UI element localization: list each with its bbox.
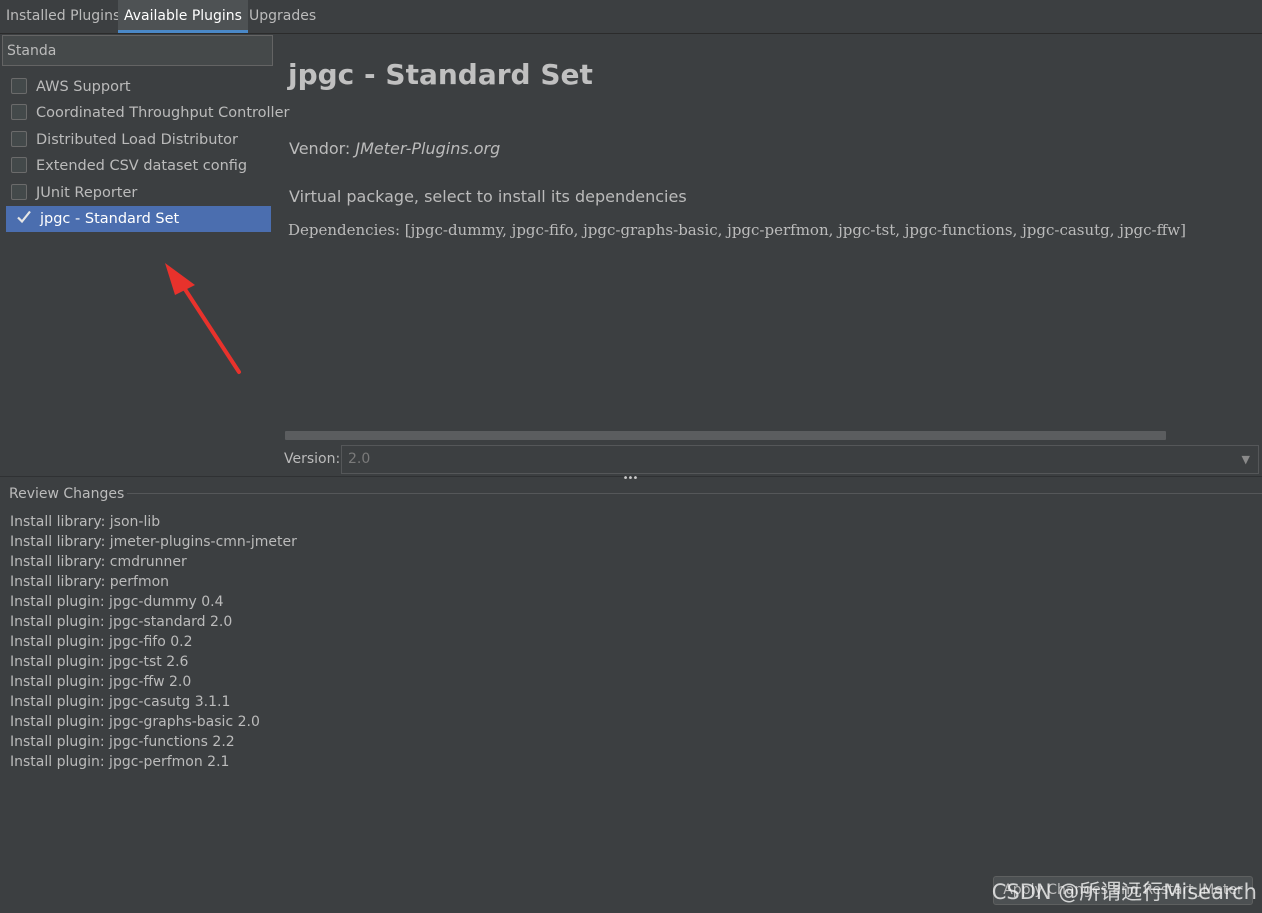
plugin-item-jpgc-standard-set[interactable]: jpgc - Standard Set xyxy=(6,205,271,233)
plugin-item-extended-csv-dataset-config[interactable]: Extended CSV dataset config xyxy=(6,153,271,179)
plugin-dependencies: Dependencies: [jpgc-dummy, jpgc-fifo, jp… xyxy=(288,221,1186,239)
plugin-checkbox[interactable] xyxy=(11,157,27,174)
list-item: Install library: cmdrunner xyxy=(10,554,187,570)
review-divider xyxy=(120,493,1262,494)
splitter-grip-icon[interactable]: ••• xyxy=(622,474,639,484)
list-item: Install plugin: jpgc-standard 2.0 xyxy=(10,614,233,630)
plugin-vendor: Vendor: JMeter-Plugins.org xyxy=(289,139,500,158)
list-item: Install library: json-lib xyxy=(10,514,161,530)
checkmark-icon xyxy=(17,210,31,224)
plugin-list: AWS Support Coordinated Throughput Contr… xyxy=(6,74,289,233)
list-item: Install library: jmeter-plugins-cmn-jmet… xyxy=(10,534,297,550)
plugin-search-input[interactable] xyxy=(2,35,273,66)
list-item: Install plugin: jpgc-dummy 0.4 xyxy=(10,594,224,610)
list-item: Install plugin: jpgc-casutg 3.1.1 xyxy=(10,694,231,710)
review-changes-title: Review Changes xyxy=(9,486,128,502)
list-item: Install plugin: jpgc-graphs-basic 2.0 xyxy=(10,714,260,730)
plugin-item-junit-reporter[interactable]: JUnit Reporter xyxy=(6,180,271,206)
review-changes-list: Install library: json-lib Install librar… xyxy=(10,512,297,772)
plugin-checkbox[interactable] xyxy=(11,78,27,94)
version-value: 2.0 xyxy=(348,451,371,467)
plugin-description: Virtual package, select to install its d… xyxy=(289,187,687,206)
list-item: Install plugin: jpgc-perfmon 2.1 xyxy=(10,754,230,770)
tab-bar: Installed Plugins Available Plugins Upgr… xyxy=(0,0,1262,34)
plugin-item-coordinated-throughput-controller[interactable]: Coordinated Throughput Controller xyxy=(6,100,289,126)
plugin-checkbox[interactable] xyxy=(11,130,27,147)
horizontal-scrollbar[interactable] xyxy=(285,431,1166,440)
list-item: Install plugin: jpgc-tst 2.6 xyxy=(10,654,189,670)
list-item: Install plugin: jpgc-functions 2.2 xyxy=(10,734,235,750)
version-select[interactable]: 2.0 ▼ xyxy=(341,445,1259,474)
plugin-checkbox-checked[interactable] xyxy=(15,208,31,224)
list-item: Install plugin: jpgc-fifo 0.2 xyxy=(10,634,193,650)
watermark: CSDN @所谓远行Misearch xyxy=(991,880,1257,904)
vendor-label: Vendor: xyxy=(289,139,356,158)
plugin-item-aws-support[interactable]: AWS Support xyxy=(6,74,271,100)
plugin-label: Distributed Load Distributor xyxy=(36,131,238,148)
version-label: Version: xyxy=(284,451,341,467)
plugin-label: Extended CSV dataset config xyxy=(36,158,248,175)
list-item: Install plugin: jpgc-ffw 2.0 xyxy=(10,674,192,690)
plugin-label: JUnit Reporter xyxy=(36,184,138,201)
plugin-title: jpgc - Standard Set xyxy=(288,58,593,91)
vendor-name: JMeter-Plugins.org xyxy=(355,139,501,158)
plugin-item-distributed-load-distributor[interactable]: Distributed Load Distributor xyxy=(6,127,271,153)
list-item: Install library: perfmon xyxy=(10,574,170,590)
plugin-label: AWS Support xyxy=(36,79,131,95)
tab-upgrades[interactable]: Upgrades xyxy=(243,0,322,33)
plugin-checkbox[interactable] xyxy=(11,183,27,200)
plugin-label: jpgc - Standard Set xyxy=(40,210,180,227)
plugin-label: Coordinated Throughput Controller xyxy=(36,105,290,122)
tab-available-plugins[interactable]: Available Plugins xyxy=(118,0,248,33)
red-arrow-annotation-icon xyxy=(165,263,241,374)
plugin-checkbox[interactable] xyxy=(11,104,27,121)
tab-installed-plugins[interactable]: Installed Plugins xyxy=(0,0,126,33)
chevron-down-icon: ▼ xyxy=(1241,453,1250,466)
